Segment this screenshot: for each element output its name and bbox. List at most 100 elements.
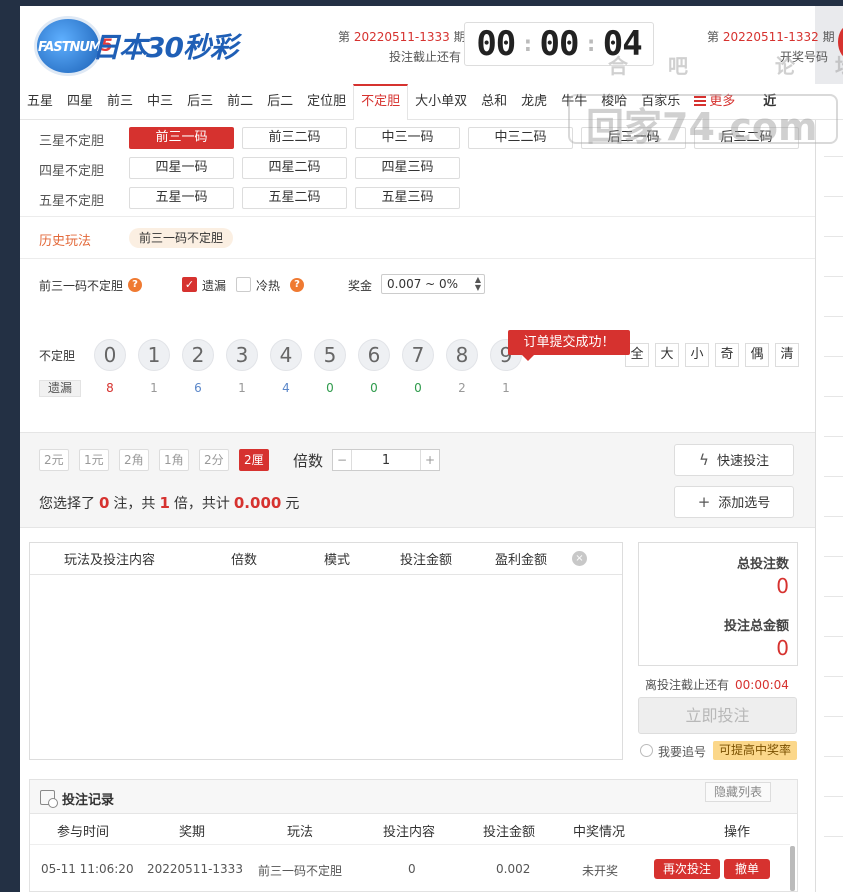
tab-back-two[interactable]: 后二 <box>260 84 300 120</box>
number-ball[interactable]: 0 <box>94 339 126 371</box>
game-title: 日本30秒彩 <box>92 31 238 64</box>
method-option[interactable]: 五星二码 <box>242 187 347 209</box>
history-chip[interactable]: 前三一码不定胆 <box>129 228 234 248</box>
number-ball[interactable]: 5 <box>314 339 346 371</box>
multiplier-stepper: − + <box>332 449 440 471</box>
help-icon[interactable]: ? <box>128 278 142 292</box>
prize-select[interactable]: 0.007 ~ 0% ▲ ▼ <box>381 274 485 294</box>
order-success-toast: 订单提交成功！ <box>508 330 630 361</box>
number-ball[interactable]: 8 <box>446 339 478 371</box>
unit-button[interactable]: 2元 <box>39 449 69 471</box>
rebet-button[interactable]: 再次投注 <box>654 859 720 879</box>
column-header: 盈利金额 <box>495 553 548 568</box>
tab-sum[interactable]: 总和 <box>474 84 514 120</box>
method-option[interactable]: 中三一码 <box>355 127 460 149</box>
number-ball[interactable]: 2 <box>182 339 214 371</box>
previous-issue: 第 20220511-1332 期 <box>707 30 835 44</box>
column-header: 奖期 <box>179 825 206 840</box>
unit-button[interactable]: 2角 <box>119 449 149 471</box>
quick-select-odd[interactable]: 奇 <box>715 343 739 367</box>
multiplier-input[interactable] <box>351 450 421 470</box>
method-option[interactable]: 四星三码 <box>355 157 460 179</box>
plus-button[interactable]: + <box>421 450 439 470</box>
lightning-icon: ϟ <box>699 451 709 469</box>
records-scrollbar[interactable] <box>790 846 795 891</box>
current-issue: 第 20220511-1333 期 <box>338 30 466 44</box>
tab-front-three[interactable]: 前三 <box>100 84 140 120</box>
records-title: 投注记录 <box>62 793 115 808</box>
tab-middle-three[interactable]: 中三 <box>140 84 180 120</box>
total-amount-label: 投注总金额 <box>723 619 789 634</box>
tab-back-three[interactable]: 后三 <box>180 84 220 120</box>
record-issue: 20220511-1333 <box>147 862 243 876</box>
picker-row-label: 不定胆 <box>39 349 76 363</box>
cancel-order-button[interactable]: 撤单 <box>724 859 770 879</box>
omit-checkbox[interactable]: ✓ <box>182 277 197 292</box>
play-name: 前三一码不定胆 <box>39 279 124 293</box>
quick-select-small[interactable]: 小 <box>685 343 709 367</box>
right-side-panel <box>815 84 843 892</box>
bet-list: 玩法及投注内容 倍数 模式 投注金额 盈利金额 × <box>29 542 623 760</box>
number-ball[interactable]: 1 <box>138 339 170 371</box>
divider <box>30 844 790 845</box>
unit-button[interactable]: 1角 <box>159 449 189 471</box>
miss-value: 0 <box>414 381 422 395</box>
cutoff-timer: 离投注截止还有 00:00:04 <box>645 678 789 692</box>
records-header: 投注记录 隐藏列表 <box>30 780 797 814</box>
quick-select-big[interactable]: 大 <box>655 343 679 367</box>
number-ball[interactable]: 3 <box>226 339 258 371</box>
quick-select-clear[interactable]: 清 <box>775 343 799 367</box>
multiplier-label: 倍数 <box>293 452 324 470</box>
miss-value: 1 <box>238 381 246 395</box>
record-content: 0 <box>408 862 416 876</box>
hide-list-button[interactable]: 隐藏列表 <box>705 782 771 802</box>
hotcold-label: 冷热 <box>256 279 281 293</box>
chase-radio[interactable] <box>640 744 653 757</box>
chase-label: 我要追号 <box>658 745 707 759</box>
updown-icon: ▲ ▼ <box>474 275 481 292</box>
number-ball[interactable]: 7 <box>402 339 434 371</box>
unit-button[interactable]: 2厘 <box>239 449 269 471</box>
column-header: 投注内容 <box>383 825 436 840</box>
tab-front-two[interactable]: 前二 <box>220 84 260 120</box>
miss-label: 遗漏 <box>39 380 81 397</box>
unit-button[interactable]: 1元 <box>79 449 109 471</box>
column-header: 玩法 <box>287 825 314 840</box>
chase-badge: 可提高中奖率 <box>713 741 798 760</box>
quick-bet-button[interactable]: ϟ 快速投注 <box>674 444 794 476</box>
prize-label: 奖金 <box>348 279 373 293</box>
column-header: 模式 <box>324 553 351 568</box>
method-option[interactable]: 中三二码 <box>468 127 573 149</box>
tab-four-star[interactable]: 四星 <box>60 84 100 120</box>
total-count-value: 0 <box>776 574 789 598</box>
method-option[interactable]: 四星一码 <box>129 157 234 179</box>
method-option[interactable]: 四星二码 <box>242 157 347 179</box>
method-group-label: 五星不定胆 <box>39 194 105 209</box>
tab-dragon-tiger[interactable]: 龙虎 <box>514 84 554 120</box>
tab-position[interactable]: 定位胆 <box>300 84 353 120</box>
hotcold-checkbox[interactable] <box>236 277 251 292</box>
column-header: 操作 <box>724 825 751 840</box>
help-icon[interactable]: ? <box>290 278 304 292</box>
bet-now-button[interactable]: 立即投注 <box>638 697 797 734</box>
method-option[interactable]: 前三一码 <box>129 127 234 149</box>
method-option[interactable]: 五星一码 <box>129 187 234 209</box>
clear-list-icon[interactable]: × <box>572 551 587 566</box>
tab-five-star[interactable]: 五星 <box>20 84 60 120</box>
column-header: 投注金额 <box>483 825 536 840</box>
number-ball[interactable]: 4 <box>270 339 302 371</box>
method-option[interactable]: 前三二码 <box>242 127 347 149</box>
method-option[interactable]: 五星三码 <box>355 187 460 209</box>
tab-size-parity[interactable]: 大小单双 <box>408 84 474 120</box>
quick-select-even[interactable]: 偶 <box>745 343 769 367</box>
method-group-label: 四星不定胆 <box>39 164 105 179</box>
record-time: 05-11 11:06:20 <box>41 862 134 876</box>
unit-button[interactable]: 2分 <box>199 449 229 471</box>
tab-any-position[interactable]: 不定胆 <box>353 83 409 120</box>
record-play: 前三一码不定胆 <box>258 864 343 878</box>
column-header: 玩法及投注内容 <box>64 553 156 568</box>
add-number-button[interactable]: + 添加选号 <box>674 486 794 518</box>
record-status: 未开奖 <box>582 864 619 878</box>
number-ball[interactable]: 6 <box>358 339 390 371</box>
minus-button[interactable]: − <box>333 450 351 470</box>
